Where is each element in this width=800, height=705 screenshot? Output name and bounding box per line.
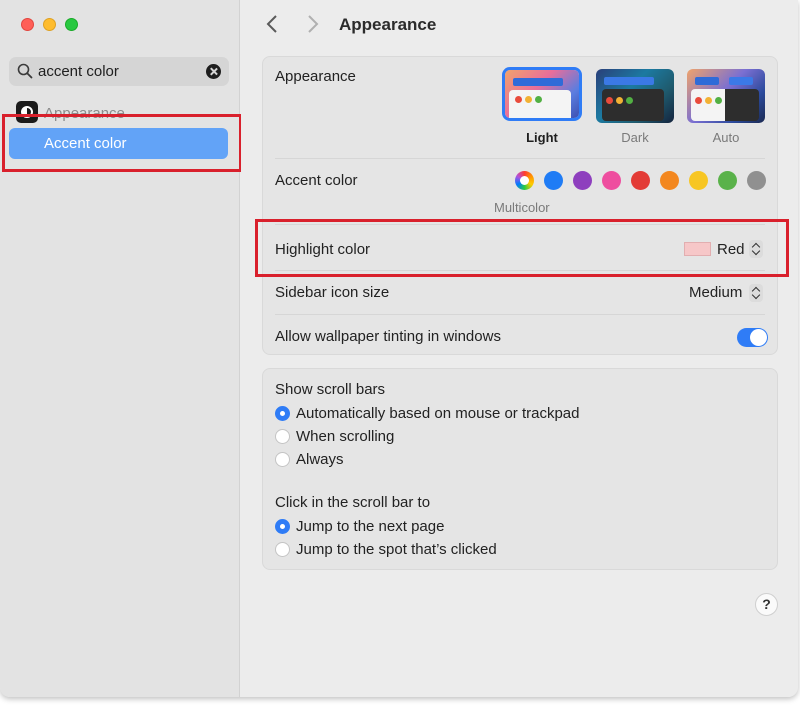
wallpaper-tinting-toggle[interactable] bbox=[737, 328, 768, 347]
chevron-right-icon[interactable] bbox=[306, 14, 320, 34]
accent-swatch-orange[interactable] bbox=[660, 171, 679, 190]
scroll-bars-group: Show scroll bars Automatically based on … bbox=[262, 368, 778, 570]
main-pane: Appearance Appearance Light Dark Auto Ac… bbox=[241, 0, 798, 697]
sidebar: accent color Appearance Accent color bbox=[0, 0, 240, 697]
accent-swatch-multicolor[interactable] bbox=[515, 171, 534, 190]
radio-scroll-always[interactable] bbox=[275, 452, 290, 467]
zoom-window-button[interactable] bbox=[65, 18, 78, 31]
search-icon bbox=[17, 63, 33, 79]
appearance-option-auto[interactable] bbox=[687, 69, 765, 123]
window-preview-dark bbox=[725, 89, 759, 121]
radio-jump-next-page[interactable] bbox=[275, 519, 290, 534]
click-scroll-bar-label: Click in the scroll bar to bbox=[275, 494, 431, 511]
accent-swatch-purple[interactable] bbox=[573, 171, 592, 190]
window-preview-bar-dark bbox=[729, 77, 753, 85]
accent-swatch-green[interactable] bbox=[718, 171, 737, 190]
radio-jump-to-spot-label: Jump to the spot that’s clicked bbox=[296, 541, 497, 558]
radio-scroll-automatic[interactable] bbox=[275, 406, 290, 421]
window-preview-light bbox=[691, 89, 725, 121]
window-preview bbox=[602, 89, 664, 121]
appearance-label: Appearance bbox=[275, 68, 356, 85]
window-preview-bar bbox=[695, 77, 719, 85]
clear-icon[interactable] bbox=[206, 64, 221, 79]
settings-window: accent color Appearance Accent color App… bbox=[0, 0, 798, 697]
divider bbox=[275, 158, 765, 159]
sidebar-icon-size-label: Sidebar icon size bbox=[275, 284, 390, 301]
wallpaper-tinting-label: Allow wallpaper tinting in windows bbox=[275, 328, 501, 345]
sidebar-icon-size-value[interactable]: Medium bbox=[689, 284, 742, 301]
appearance-option-light-label: Light bbox=[526, 130, 558, 145]
window-preview-bar bbox=[604, 77, 654, 85]
appearance-option-light[interactable] bbox=[502, 67, 582, 121]
accent-swatch-blue[interactable] bbox=[544, 171, 563, 190]
window-preview-bar bbox=[513, 78, 563, 86]
page-title: Appearance bbox=[339, 15, 437, 34]
help-button[interactable]: ? bbox=[755, 593, 778, 616]
chevron-left-icon[interactable] bbox=[265, 14, 279, 34]
radio-scroll-automatic-label: Automatically based on mouse or trackpad bbox=[296, 405, 580, 422]
appearance-option-auto-label: Auto bbox=[712, 130, 740, 145]
window-preview-dots bbox=[695, 97, 722, 104]
annotation-box-sidebar bbox=[2, 114, 242, 172]
accent-swatch-pink[interactable] bbox=[602, 171, 621, 190]
radio-scroll-when-scrolling[interactable] bbox=[275, 429, 290, 444]
divider bbox=[275, 314, 765, 315]
annotation-box-highlight-color bbox=[255, 219, 789, 277]
minimize-window-button[interactable] bbox=[43, 18, 56, 31]
search-field[interactable]: accent color bbox=[9, 57, 229, 86]
window-preview-dots bbox=[515, 96, 542, 103]
show-scroll-bars-label: Show scroll bars bbox=[275, 381, 386, 398]
accent-swatch-graphite[interactable] bbox=[747, 171, 766, 190]
radio-jump-to-spot[interactable] bbox=[275, 542, 290, 557]
radio-jump-next-page-label: Jump to the next page bbox=[296, 518, 445, 535]
appearance-group: Appearance Light Dark Auto Accent color … bbox=[262, 56, 778, 355]
search-input[interactable]: accent color bbox=[38, 63, 119, 80]
accent-swatch-yellow[interactable] bbox=[689, 171, 708, 190]
accent-color-label: Accent color bbox=[275, 172, 358, 189]
sidebar-icon-size-popup-arrows[interactable] bbox=[749, 284, 763, 302]
radio-scroll-always-label: Always bbox=[296, 451, 344, 468]
appearance-option-dark-label: Dark bbox=[621, 130, 649, 145]
close-window-button[interactable] bbox=[21, 18, 34, 31]
appearance-option-dark[interactable] bbox=[596, 69, 674, 123]
window-preview-dots bbox=[606, 97, 633, 104]
accent-swatch-red[interactable] bbox=[631, 171, 650, 190]
multicolor-label: Multicolor bbox=[494, 200, 550, 215]
radio-scroll-when-scrolling-label: When scrolling bbox=[296, 428, 395, 445]
window-preview bbox=[509, 90, 571, 118]
